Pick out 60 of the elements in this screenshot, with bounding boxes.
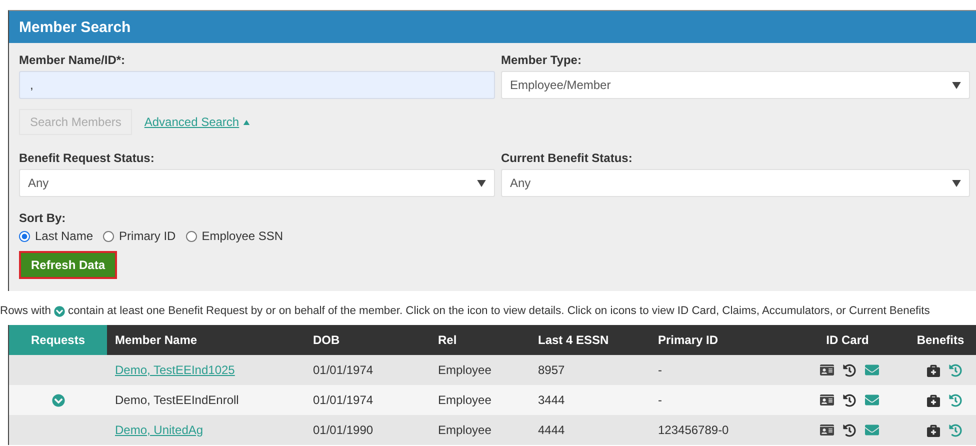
history-icon[interactable]: [843, 364, 856, 376]
radio-button[interactable]: [19, 230, 30, 242]
table-cell: 01/01/1974: [313, 393, 374, 407]
benefit-request-status-select[interactable]: Any: [19, 169, 495, 197]
table-cell: -: [658, 363, 662, 377]
radio-label: Primary ID: [119, 229, 176, 243]
refresh-data-button[interactable]: Refresh Data: [19, 251, 118, 279]
medical-kit-icon[interactable]: [927, 394, 940, 406]
table-cell: -: [658, 393, 662, 407]
field-label: Member Name/ID*:: [19, 53, 126, 67]
member-name-link[interactable]: Demo, UnitedAg: [115, 423, 204, 437]
envelope-icon[interactable]: [865, 393, 879, 407]
envelope-icon[interactable]: [865, 363, 879, 377]
member-name-field[interactable]: ,: [19, 71, 495, 99]
note-text: Rows with: [0, 305, 51, 317]
field-label: Sort By:: [19, 211, 67, 225]
medical-kit-icon[interactable]: [927, 424, 940, 436]
member-name-link[interactable]: Demo, TestEEInd1025: [115, 363, 235, 377]
radio-button[interactable]: [186, 230, 197, 242]
column-header: Benefits: [916, 332, 966, 349]
field-label: Member Type:: [501, 53, 582, 67]
member-type-select[interactable]: Employee/Member: [501, 71, 970, 99]
current-benefit-status-select[interactable]: Any: [501, 169, 970, 197]
column-header: DOB: [312, 332, 341, 349]
column-header: Member Name: [114, 332, 198, 349]
caret-icon: [477, 180, 486, 186]
column-header: Requests: [9, 325, 107, 355]
column-header: Last 4 ESSN: [537, 332, 610, 349]
id-card-icon[interactable]: [820, 363, 834, 377]
panel-title: Member Search: [9, 11, 976, 43]
field-label: Current Benefit Status:: [501, 151, 634, 165]
caret-icon: [952, 180, 961, 186]
table-cell: Employee: [438, 393, 492, 407]
id-card-icon[interactable]: [820, 423, 834, 437]
table-cell: 123456789-0: [658, 423, 729, 437]
member-name: Demo, TestEEIndEnroll: [115, 393, 239, 407]
advanced-search-link[interactable]: Advanced Search: [144, 115, 240, 129]
history-icon[interactable]: [843, 424, 856, 436]
id-card-icon[interactable]: [820, 393, 834, 407]
field-label: Benefit Request Status:: [19, 151, 156, 165]
medical-kit-icon[interactable]: [927, 364, 940, 376]
column-header: Rel: [437, 332, 458, 349]
column-header: ID Card: [825, 332, 870, 349]
table-cell: 4444: [538, 423, 565, 437]
chevron-down-icon: [54, 306, 65, 316]
table-cell: 01/01/1974: [313, 363, 374, 377]
radio-label: Last Name: [35, 229, 94, 243]
table-cell: 8957: [538, 363, 565, 377]
table-cell: Employee: [438, 423, 492, 437]
history-icon[interactable]: [843, 394, 856, 406]
caret-icon: [952, 82, 961, 88]
radio-label: Employee SSN: [202, 229, 284, 243]
envelope-icon[interactable]: [865, 423, 879, 437]
note-text: contain at least one Benefit Request by or on behalf of the member. Click on the icon to view details. Click on icons to view ID Card, Claims, Accumulators, or Current Benefits: [68, 305, 930, 317]
column-header: Primary ID: [657, 332, 720, 349]
radio-button[interactable]: [103, 230, 114, 242]
table-cell: 3444: [538, 393, 565, 407]
chevron-down-icon[interactable]: [52, 394, 64, 406]
table-cell: Employee: [438, 363, 492, 377]
table-cell: 01/01/1990: [313, 423, 374, 437]
